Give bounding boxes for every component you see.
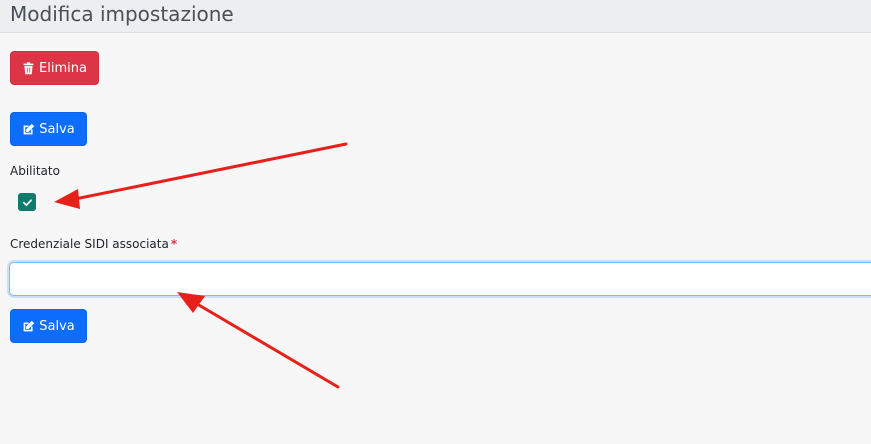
delete-button[interactable]: Elimina <box>10 51 99 85</box>
trash-icon <box>22 61 35 75</box>
save-button-top-label: Salva <box>39 121 75 137</box>
page-header: Modifica impostazione <box>0 0 871 33</box>
annotation-arrow-input <box>177 292 340 389</box>
annotation-arrow-checkbox <box>54 142 348 209</box>
annotation-arrows <box>54 142 348 389</box>
page-title: Modifica impostazione <box>10 2 234 26</box>
check-icon <box>22 197 33 208</box>
save-button-bottom-label: Salva <box>39 318 75 334</box>
edit-square-icon <box>22 320 35 333</box>
delete-button-label: Elimina <box>39 60 87 76</box>
edit-square-icon <box>22 123 35 136</box>
save-button-bottom[interactable]: Salva <box>10 309 87 343</box>
credential-label: Credenziale SIDI associata * <box>10 237 177 251</box>
save-button-top[interactable]: Salva <box>10 112 87 146</box>
enabled-label: Abilitato <box>10 164 60 178</box>
credential-input[interactable] <box>9 262 871 296</box>
required-asterisk: * <box>170 237 178 251</box>
enabled-checkbox[interactable] <box>18 193 36 211</box>
credential-label-text: Credenziale SIDI associata <box>10 237 169 251</box>
